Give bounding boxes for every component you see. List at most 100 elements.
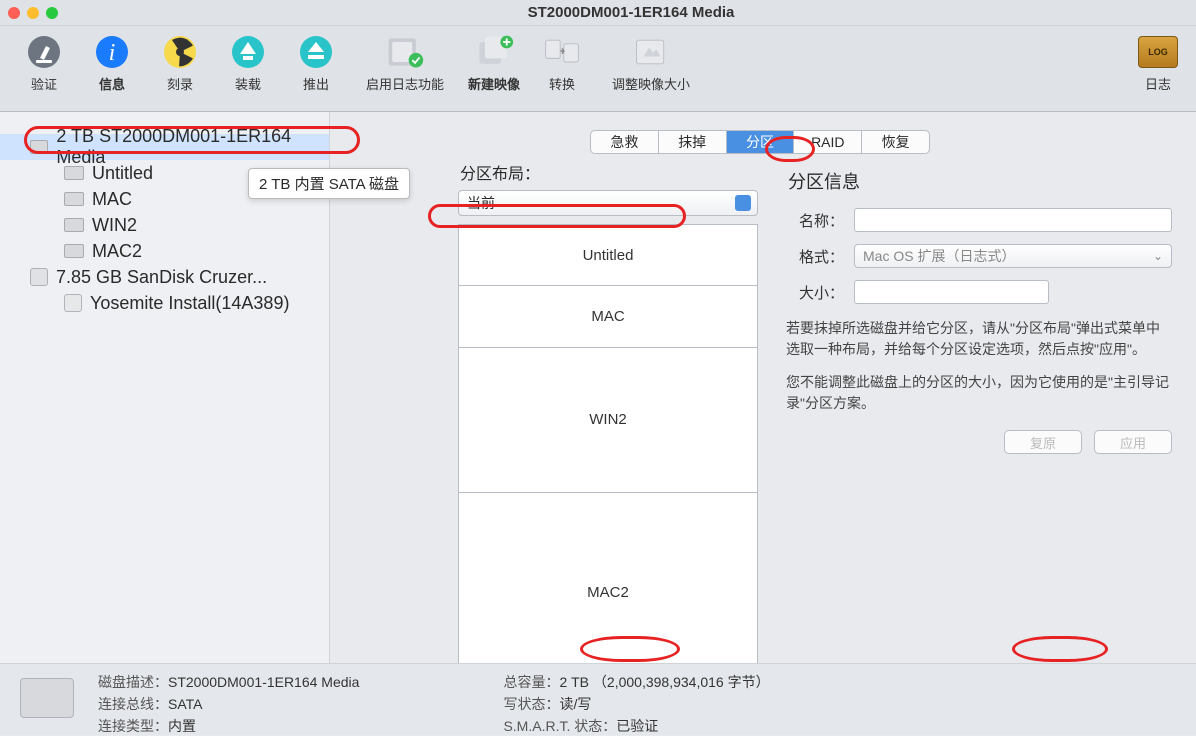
tab-restore[interactable]: 恢复 (862, 131, 929, 153)
partition-cell[interactable]: WIN2 (459, 348, 757, 494)
info-button[interactable]: i 信息 (88, 32, 136, 93)
new-image-icon (474, 32, 514, 72)
footer-value: 已验证 (616, 718, 658, 734)
volume-icon (64, 166, 84, 180)
footer-value: 2 TB （2,000,398,934,016 字节） (559, 674, 769, 690)
volume-icon (64, 218, 84, 232)
volume-name: MAC2 (92, 241, 142, 262)
radiation-icon (160, 32, 200, 72)
toolbar-label: 新建映像 (468, 74, 520, 93)
footer-value: 读/写 (559, 696, 591, 712)
disk-large-icon (20, 678, 74, 718)
convert-icon (542, 32, 582, 72)
toolbar-label: 启用日志功能 (366, 74, 444, 93)
log-icon: LOG (1138, 32, 1178, 72)
enable-journaling-button[interactable]: 启用日志功能 (360, 32, 450, 93)
hint-text: 您不能调整此磁盘上的分区的大小，因为它使用的是"主引导记录"分区方案。 (786, 372, 1172, 414)
minimize-window-button[interactable] (27, 7, 39, 19)
footer-key: 总容量： (503, 674, 559, 690)
footer-key: 写状态： (503, 696, 559, 712)
partition-cell[interactable]: Untitled (459, 225, 757, 286)
name-label: 名称： (786, 210, 844, 231)
partition-diagram[interactable]: Untitled MAC WIN2 MAC2 (458, 224, 758, 693)
volume-name: Untitled (92, 163, 153, 184)
close-window-button[interactable] (8, 7, 20, 19)
zoom-window-button[interactable] (46, 7, 58, 19)
sidebar-disk-0[interactable]: 2 TB ST2000DM001-1ER164 Media (0, 134, 329, 160)
toolbar: 验证 i 信息 刻录 装载 推出 启用日志功能 新建映像 (0, 26, 1196, 112)
svg-text:i: i (109, 40, 116, 66)
sidebar-volume[interactable]: MAC (0, 186, 329, 212)
footer-value: SATA (168, 696, 203, 712)
sidebar-disk-1[interactable]: 7.85 GB SanDisk Cruzer... (0, 264, 329, 290)
log-button[interactable]: LOG 日志 (1134, 32, 1182, 93)
layout-label: 分区布局： (460, 160, 758, 184)
volume-name: MAC (92, 189, 132, 210)
apply-button[interactable]: 应用 (1094, 430, 1172, 454)
microscope-icon (24, 32, 64, 72)
journal-icon (385, 32, 425, 72)
new-image-button[interactable]: 新建映像 (470, 32, 518, 93)
internal-disk-icon (30, 140, 48, 154)
toolbar-label: 装载 (235, 74, 261, 93)
footer-key: 磁盘描述： (98, 674, 168, 690)
device-sidebar: 2 TB ST2000DM001-1ER164 Media Untitled M… (0, 112, 330, 735)
tab-erase[interactable]: 抹掉 (659, 131, 727, 153)
toolbar-label: 日志 (1145, 74, 1171, 93)
format-label: 格式： (786, 246, 844, 267)
format-value: Mac OS 扩展（日志式） (863, 246, 1015, 266)
chevron-updown-icon: ▾ (743, 198, 748, 209)
footer-value: ST2000DM001-1ER164 Media (168, 674, 359, 690)
size-label: 大小： (786, 282, 844, 303)
mount-icon (228, 32, 268, 72)
tab-partition[interactable]: 分区 (727, 131, 795, 153)
window-controls (8, 7, 58, 19)
partition-name-input[interactable] (854, 208, 1172, 232)
layout-value: 当前 (467, 193, 495, 213)
toolbar-label: 刻录 (167, 74, 193, 93)
resize-icon (631, 32, 671, 72)
toolbar-label: 验证 (31, 74, 57, 93)
toolbar-label: 转换 (549, 74, 575, 93)
hint-text: 若要抹掉所选磁盘并给它分区，请从"分区布局"弹出式菜单中选取一种布局，并给每个分… (786, 318, 1172, 360)
info-title: 分区信息 (788, 168, 1172, 194)
info-icon: i (92, 32, 132, 72)
partition-layout-column: 分区布局： 当前 ▾ Untitled MAC WIN2 MAC2 + − 选项 (458, 164, 758, 725)
volume-name: Yosemite Install(14A389) (90, 293, 289, 314)
sidebar-volume[interactable]: MAC2 (0, 238, 329, 264)
volume-name: WIN2 (92, 215, 137, 236)
toolbar-label: 推出 (303, 74, 329, 93)
toolbar-label: 调整映像大小 (612, 74, 690, 93)
volume-icon (64, 192, 84, 206)
revert-button[interactable]: 复原 (1004, 430, 1082, 454)
partition-cell[interactable]: MAC (459, 286, 757, 347)
eject-icon (296, 32, 336, 72)
mount-button[interactable]: 装载 (224, 32, 272, 93)
sidebar-volume[interactable]: WIN2 (0, 212, 329, 238)
eject-button[interactable]: 推出 (292, 32, 340, 93)
footer-key: 连接类型： (98, 718, 168, 734)
titlebar: ST2000DM001-1ER164 Media (0, 0, 1196, 26)
layout-select[interactable]: 当前 ▾ (458, 190, 758, 216)
sidebar-volume[interactable]: Yosemite Install(14A389) (0, 290, 329, 316)
footer-key: S.M.A.R.T. 状态： (503, 718, 616, 734)
footer-key: 连接总线： (98, 696, 168, 712)
tab-firstaid[interactable]: 急救 (591, 131, 659, 153)
window-title: ST2000DM001-1ER164 Media (74, 4, 1188, 21)
volume-icon (64, 244, 84, 258)
format-select[interactable]: Mac OS 扩展（日志式） (854, 244, 1172, 268)
footer-value: 内置 (168, 718, 196, 734)
tab-raid[interactable]: RAID (794, 131, 862, 153)
verify-button[interactable]: 验证 (20, 32, 68, 93)
convert-button[interactable]: 转换 (538, 32, 586, 93)
content-area: 急救 抹掉 分区 RAID 恢复 分区布局： 当前 ▾ Untitled MAC… (330, 112, 1196, 735)
installer-icon (64, 294, 82, 312)
burn-button[interactable]: 刻录 (156, 32, 204, 93)
mode-tabs: 急救 抹掉 分区 RAID 恢复 (590, 130, 930, 154)
external-disk-icon (30, 268, 48, 286)
disk-details-footer: 磁盘描述：ST2000DM001-1ER164 Media 连接总线：SATA … (0, 663, 1196, 735)
toolbar-label: 信息 (99, 74, 125, 93)
partition-size-input[interactable] (854, 280, 1049, 304)
disk-name: 7.85 GB SanDisk Cruzer... (56, 267, 267, 288)
resize-image-button[interactable]: 调整映像大小 (606, 32, 696, 93)
